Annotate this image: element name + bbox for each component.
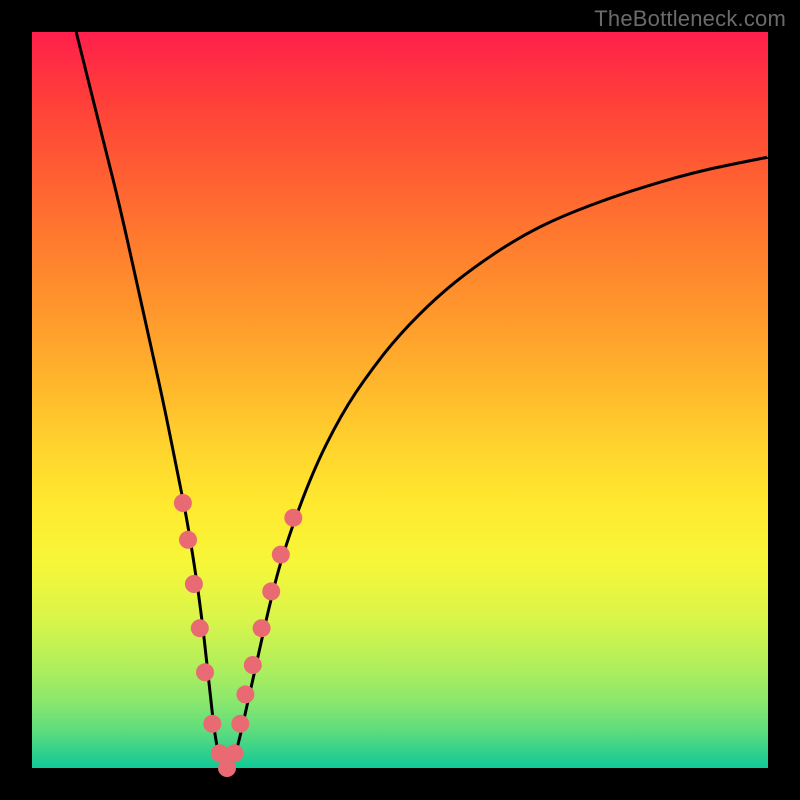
curve-marker — [174, 494, 192, 512]
curve-marker — [179, 531, 197, 549]
curve-marker — [225, 744, 243, 762]
curve-markers — [174, 494, 302, 777]
curve-marker — [253, 619, 271, 637]
curve-marker — [203, 715, 221, 733]
chart-frame: TheBottleneck.com — [0, 0, 800, 800]
bottleneck-curve — [76, 32, 768, 768]
curve-marker — [231, 715, 249, 733]
curve-marker — [196, 663, 214, 681]
curve-marker — [284, 509, 302, 527]
watermark-text: TheBottleneck.com — [594, 6, 786, 32]
curve-marker — [272, 546, 290, 564]
curve-marker — [244, 656, 262, 674]
curve-marker — [236, 685, 254, 703]
curve-svg — [32, 32, 768, 768]
plot-area — [32, 32, 768, 768]
curve-marker — [191, 619, 209, 637]
curve-marker — [185, 575, 203, 593]
curve-marker — [262, 582, 280, 600]
